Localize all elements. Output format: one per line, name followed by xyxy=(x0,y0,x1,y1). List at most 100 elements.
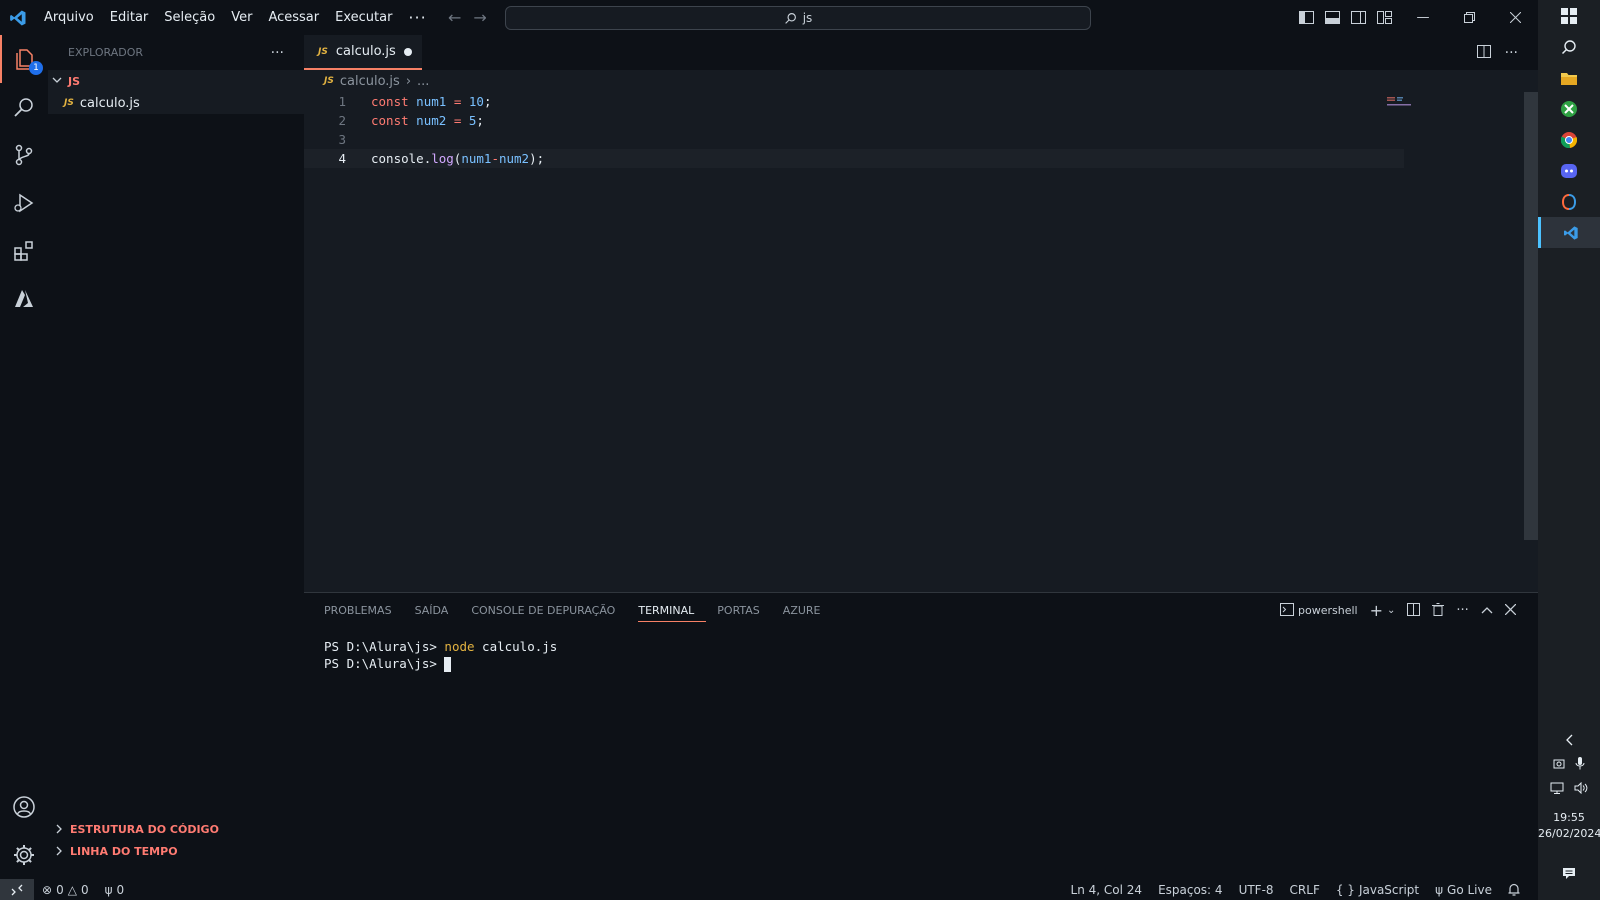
line-number: 3 xyxy=(338,132,346,147)
trash-icon[interactable] xyxy=(1432,602,1445,619)
file-explorer-icon[interactable] xyxy=(1538,62,1600,93)
extensions-icon[interactable] xyxy=(0,227,48,275)
language-label: JavaScript xyxy=(1358,882,1420,897)
source-control-icon[interactable] xyxy=(0,131,48,179)
editor-more-icon[interactable]: ··· xyxy=(1505,45,1518,61)
new-terminal-icon[interactable]: + xyxy=(1370,601,1383,620)
discord-icon[interactable] xyxy=(1538,155,1600,186)
outline-section[interactable]: ESTRUTURA DO CÓDIGO xyxy=(48,818,304,840)
tab-problemas[interactable]: PROBLEMAS xyxy=(324,593,404,628)
camera-icon[interactable] xyxy=(1553,755,1565,774)
ports-status[interactable]: ψ 0 xyxy=(97,883,133,897)
timeline-section[interactable]: LINHA DO TEMPO xyxy=(48,840,304,862)
split-editor-icon[interactable] xyxy=(1476,43,1491,62)
go-live-button[interactable]: ψ Go Live xyxy=(1427,883,1500,897)
menu-arquivo[interactable]: Arquivo xyxy=(36,0,102,35)
bell-icon[interactable] xyxy=(1500,883,1528,896)
chevron-left-icon[interactable] xyxy=(1538,728,1600,752)
terminal-output[interactable]: PS D:\Alura\js> node calculo.js PS D:\Al… xyxy=(324,638,557,672)
go-live-label: Go Live xyxy=(1447,882,1492,897)
customize-layout-icon[interactable] xyxy=(1376,10,1392,26)
terminal-shell-name[interactable]: powershell xyxy=(1298,604,1358,617)
problems-status[interactable]: ⊗ 0 △ 0 xyxy=(34,883,97,897)
language-mode[interactable]: { } JavaScript xyxy=(1328,883,1427,897)
minimap[interactable] xyxy=(1387,92,1427,106)
toggle-primary-sidebar-icon[interactable] xyxy=(1298,10,1314,26)
network-icon[interactable] xyxy=(1550,779,1564,798)
menu-executar[interactable]: Executar xyxy=(327,0,400,35)
menu-ver[interactable]: Ver xyxy=(223,0,260,35)
notifications-icon[interactable] xyxy=(1538,858,1600,889)
maximize-panel-icon[interactable] xyxy=(1481,604,1493,617)
vscode-taskbar-icon[interactable] xyxy=(1538,217,1600,248)
terminal-line: PS D:\Alura\js> xyxy=(324,655,557,672)
toggle-secondary-sidebar-icon[interactable] xyxy=(1350,10,1366,26)
command-center-search[interactable]: js xyxy=(505,6,1091,30)
tab-portas[interactable]: PORTAS xyxy=(717,593,772,628)
panel-more-icon[interactable]: ··· xyxy=(1456,603,1468,618)
taskbar-search-icon[interactable] xyxy=(1538,31,1600,62)
remote-indicator-icon[interactable] xyxy=(0,879,34,900)
folder-js[interactable]: JS xyxy=(48,70,304,92)
terminal-prompt: PS D:\Alura\js> xyxy=(324,656,445,671)
close-panel-icon[interactable] xyxy=(1504,603,1517,618)
copilot-app-icon[interactable] xyxy=(1538,186,1600,217)
tab-saida[interactable]: SAÍDA xyxy=(415,593,461,628)
file-item-calculo[interactable]: JS calculo.js xyxy=(48,92,304,114)
braces-icon: { } xyxy=(1335,882,1355,897)
code-editor[interactable]: 1 const num1 = 10; 2 const num2 = 5; 3 4… xyxy=(304,92,1404,168)
tab-azure[interactable]: AZURE xyxy=(783,593,833,628)
code-text: const num1 = 10; xyxy=(371,94,492,109)
windows-taskbar: 19:55 26/02/2024 xyxy=(1538,0,1600,900)
tab-terminal[interactable]: TERMINAL xyxy=(638,600,707,622)
menu-more[interactable]: ··· xyxy=(400,0,434,35)
volume-icon[interactable] xyxy=(1574,779,1588,798)
activity-bottom xyxy=(0,783,48,879)
toggle-panel-icon[interactable] xyxy=(1324,10,1340,26)
back-arrow-icon[interactable]: ← xyxy=(448,8,461,27)
folder-label: JS xyxy=(68,74,81,88)
breadcrumb-symbols[interactable]: ... xyxy=(417,74,429,89)
explorer-more-button[interactable]: ··· xyxy=(271,45,284,61)
forward-arrow-icon[interactable]: → xyxy=(473,8,486,27)
chrome-icon[interactable] xyxy=(1538,124,1600,155)
run-debug-icon[interactable] xyxy=(0,179,48,227)
restore-icon[interactable] xyxy=(1446,0,1492,35)
tab-calculo-js[interactable]: JS calculo.js xyxy=(304,35,422,70)
minimize-icon[interactable]: — xyxy=(1400,0,1446,35)
breadcrumb-file[interactable]: calculo.js xyxy=(340,74,400,89)
account-icon[interactable] xyxy=(0,783,48,831)
unsaved-dot-icon[interactable] xyxy=(404,48,412,56)
tab-console-depuracao[interactable]: CONSOLE DE DEPURAÇÃO xyxy=(471,593,627,628)
bottom-panel: PROBLEMAS SAÍDA CONSOLE DE DEPURAÇÃO TER… xyxy=(304,592,1538,879)
explorer-icon[interactable]: 1 xyxy=(0,35,48,83)
clock-date: 26/02/2024 xyxy=(1538,827,1600,840)
indentation[interactable]: Espaços: 4 xyxy=(1150,883,1231,897)
tray-row-1 xyxy=(1538,752,1600,776)
menu-editar[interactable]: Editar xyxy=(102,0,157,35)
search-icon[interactable] xyxy=(0,83,48,131)
xbox-icon[interactable] xyxy=(1538,93,1600,124)
clock-time: 19:55 xyxy=(1553,811,1585,824)
tab-label: calculo.js xyxy=(335,44,396,59)
line-ending[interactable]: CRLF xyxy=(1282,883,1328,897)
microphone-icon[interactable] xyxy=(1575,755,1585,774)
encoding[interactable]: UTF-8 xyxy=(1231,883,1282,897)
terminal-shell-icon xyxy=(1280,602,1294,619)
activity-bar: 1 xyxy=(0,35,48,879)
line-number: 1 xyxy=(338,94,346,109)
cursor-position[interactable]: Ln 4, Col 24 xyxy=(1063,883,1151,897)
explorer-badge: 1 xyxy=(29,61,43,75)
close-window-icon[interactable] xyxy=(1492,0,1538,35)
taskbar-clock[interactable]: 19:55 26/02/2024 xyxy=(1538,810,1600,842)
windows-start-icon[interactable] xyxy=(1538,0,1600,31)
azure-icon[interactable] xyxy=(0,275,48,323)
gear-icon[interactable] xyxy=(0,831,48,879)
menu-acessar[interactable]: Acessar xyxy=(260,0,327,35)
menu-selecao[interactable]: Seleção xyxy=(156,0,223,35)
split-terminal-icon[interactable] xyxy=(1407,602,1421,619)
chevron-down-icon[interactable]: ⌄ xyxy=(1387,605,1395,616)
editor-scrollbar[interactable] xyxy=(1524,92,1538,540)
broadcast-icon: ψ xyxy=(1435,882,1444,897)
